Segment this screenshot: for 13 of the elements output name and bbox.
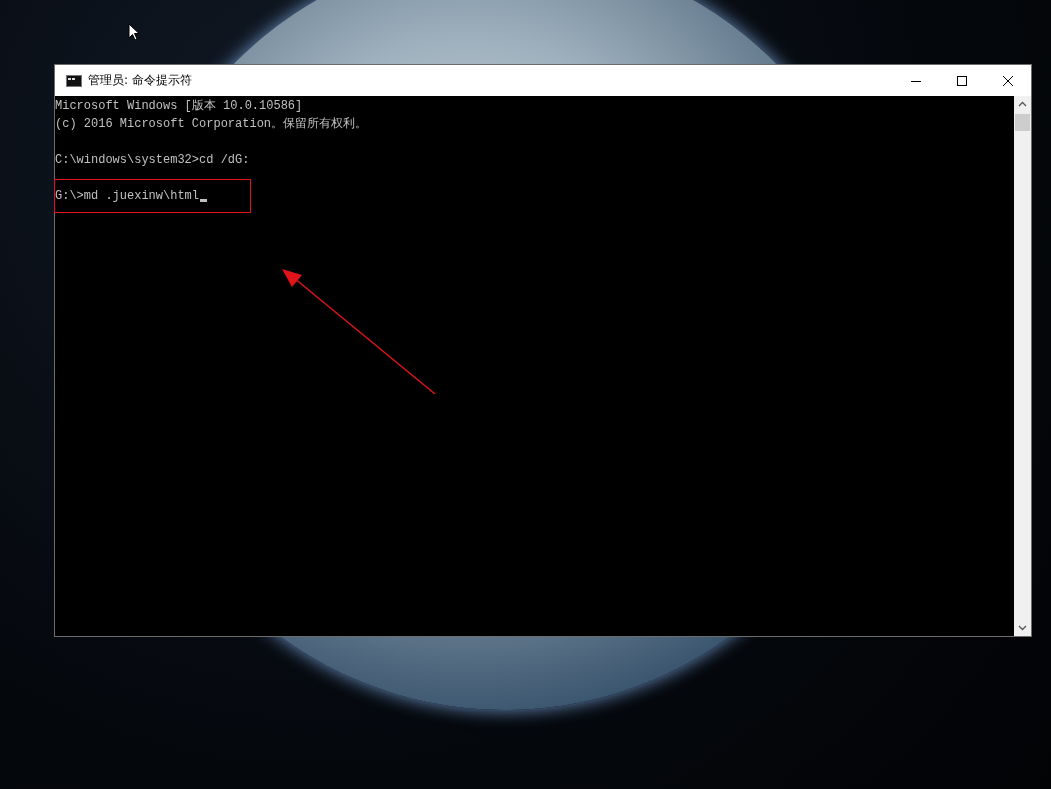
scrollbar-thumb[interactable] — [1015, 114, 1030, 131]
console-line: G:\>md .juexinw\html — [55, 188, 200, 205]
scroll-up-icon[interactable] — [1018, 101, 1027, 107]
close-icon — [1003, 75, 1013, 86]
window-title: 管理员: 命令提示符 — [88, 72, 192, 89]
vertical-scrollbar[interactable] — [1014, 96, 1031, 636]
console-line: (c) 2016 Microsoft Corporation。保留所有权利。 — [55, 116, 368, 133]
console-line: Microsoft Windows [版本 10.0.10586] — [55, 98, 303, 115]
mouse-pointer-icon — [128, 23, 140, 41]
scroll-down-icon[interactable] — [1018, 625, 1027, 631]
console-icon — [66, 74, 82, 87]
console-line: C:\windows\system32>cd /dG: — [55, 152, 250, 169]
maximize-icon — [957, 75, 967, 86]
